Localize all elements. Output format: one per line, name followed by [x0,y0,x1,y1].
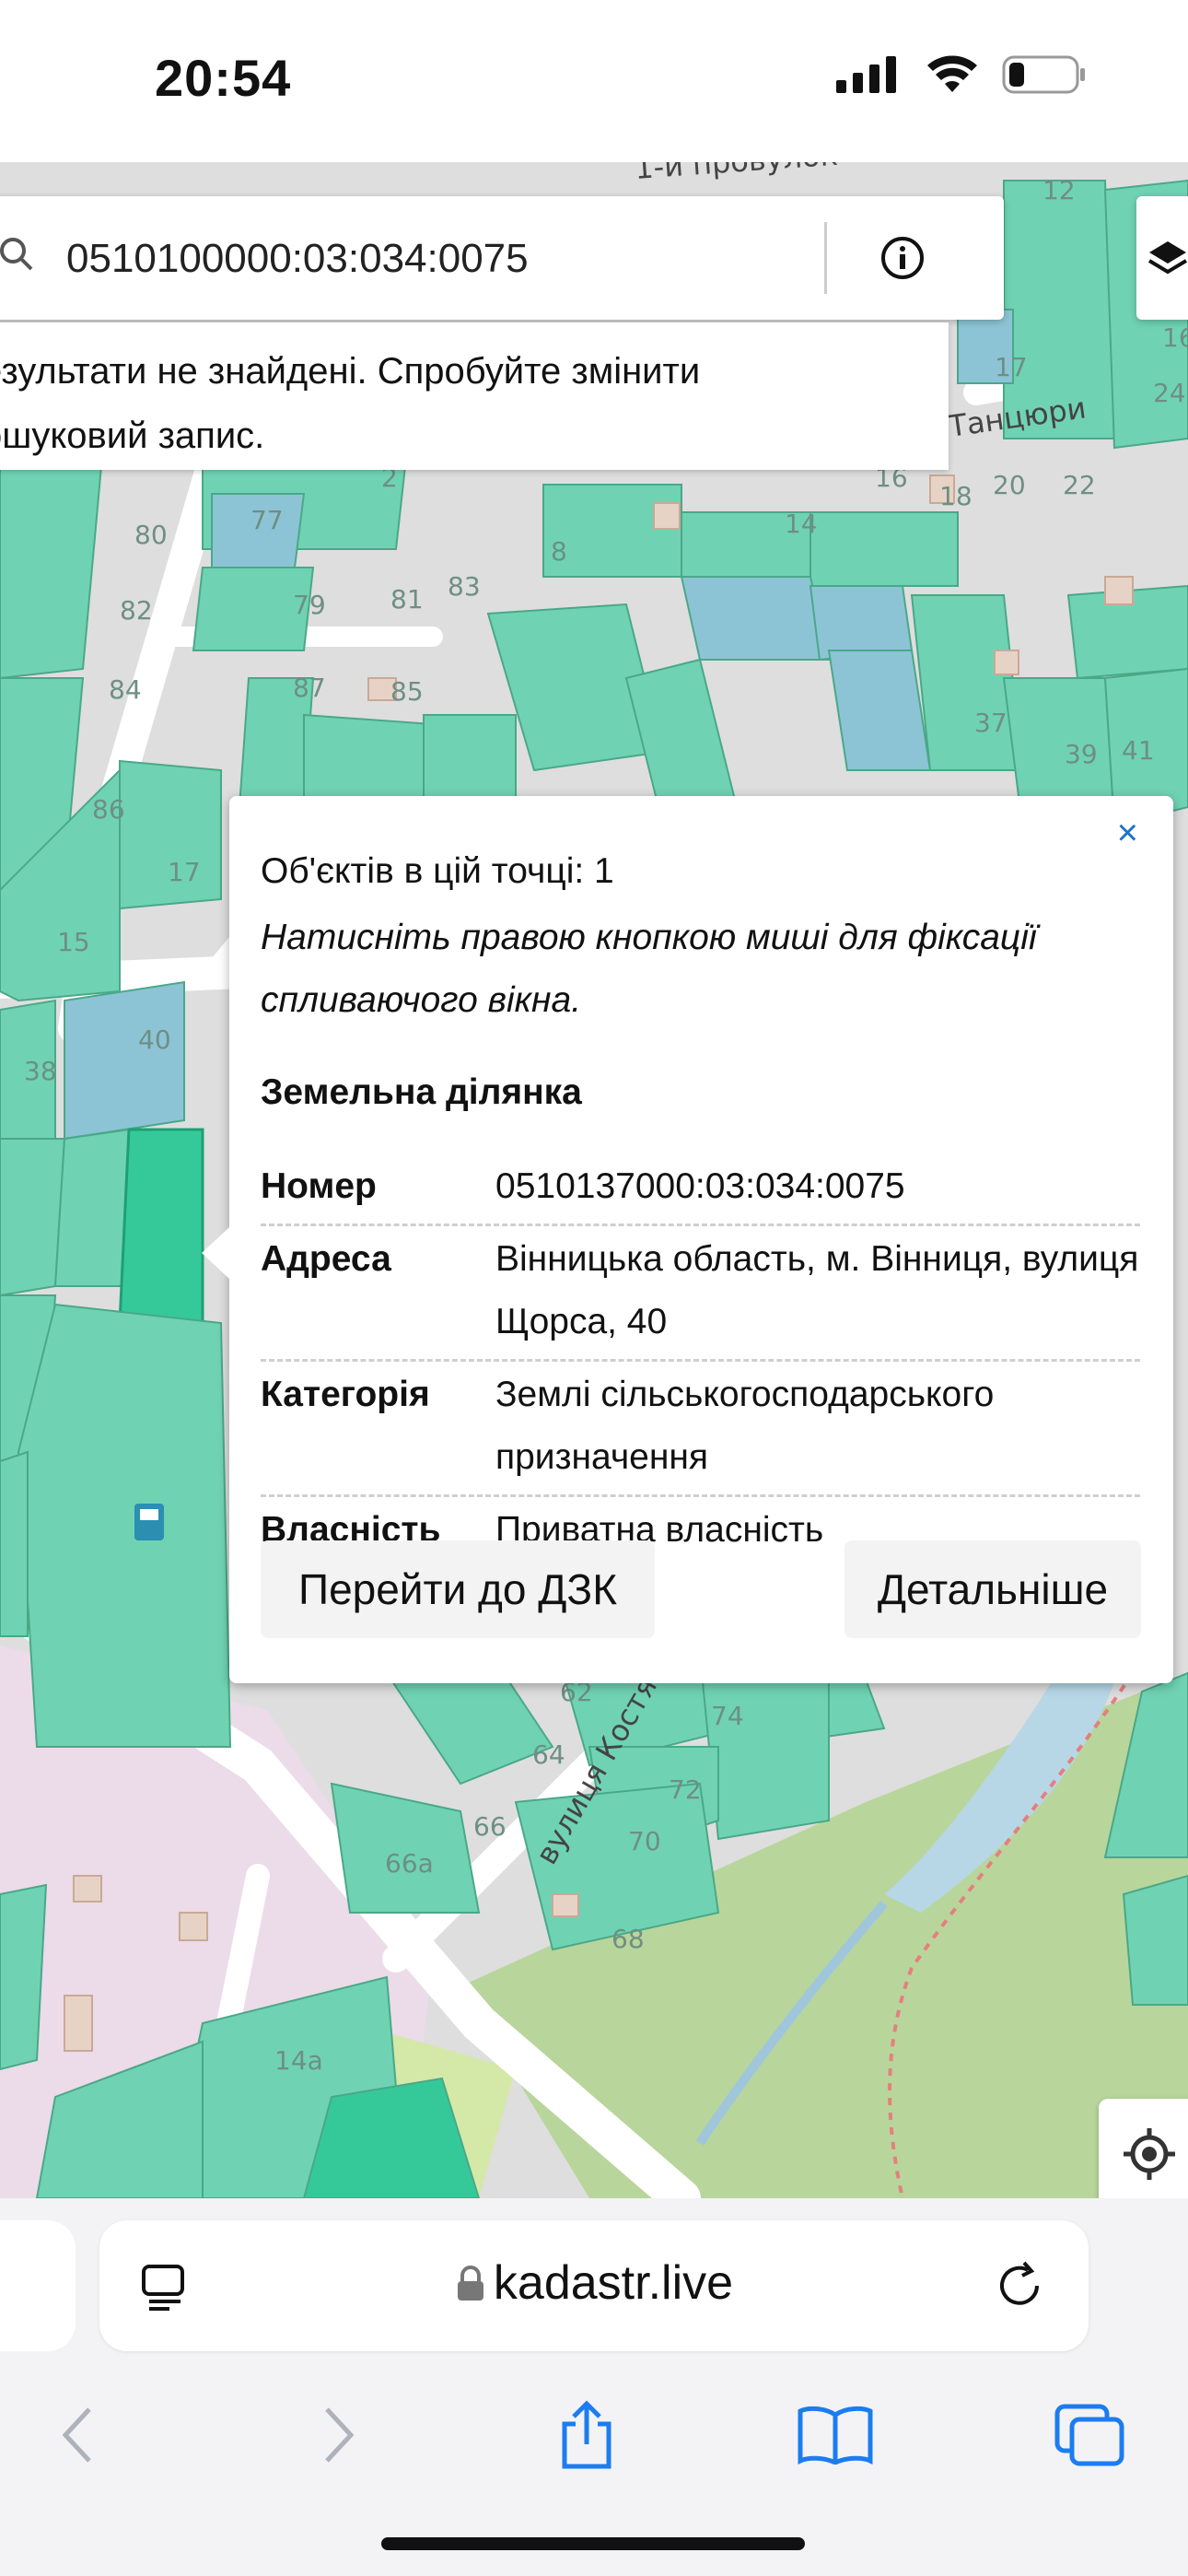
svg-text:24: 24 [1153,378,1186,408]
svg-text:15: 15 [57,927,90,957]
svg-text:39: 39 [1065,739,1098,769]
property-row: Адреса Вінницька область, м. Вінниця, ву… [261,1226,1140,1362]
svg-text:84: 84 [109,674,142,705]
home-indicator [381,2537,805,2550]
property-key: Номер [261,1166,377,1206]
info-icon [881,237,924,279]
svg-text:18: 18 [939,481,973,511]
svg-text:37: 37 [974,708,1007,738]
parcel-properties: Номер 0510137000:03:034:0075 Адреса Вінн… [261,1153,1140,1567]
status-icons [836,55,1087,94]
search-no-results: езультати не знайдені. Спробуйте змінити… [0,322,949,470]
forward-button[interactable] [287,2384,389,2486]
chevron-right-icon [325,2407,355,2463]
objects-count: Об'єктів в цій точці: 1 [261,851,614,891]
geolocation-button[interactable] [1099,2099,1188,2209]
property-row: Категорія Землі сільськогосподарського п… [261,1362,1140,1497]
property-value: Землі сільськогосподарського призначення [495,1375,995,1477]
url-text: kadastr.live [99,2255,1089,2311]
svg-text:68: 68 [611,1924,645,1954]
address-bar[interactable]: kadastr.live [99,2220,1089,2351]
signal-icon [836,56,896,93]
svg-text:66а: 66а [385,1848,434,1879]
svg-text:81: 81 [390,584,424,615]
book-icon [798,2406,873,2465]
go-to-dzk-button[interactable]: Перейти до ДЗК [261,1540,655,1638]
svg-text:83: 83 [448,571,481,602]
share-button[interactable] [536,2384,637,2486]
svg-text:12: 12 [1042,175,1076,205]
svg-text:82: 82 [120,595,153,626]
svg-text:86: 86 [92,794,125,825]
browser-chrome: kadastr.live [0,2198,1188,2576]
no-results-line2: ошуковий запис. [0,416,265,456]
svg-text:77: 77 [250,505,284,535]
bookmarks-button[interactable] [785,2384,886,2486]
svg-text:22: 22 [1063,470,1096,500]
details-button[interactable]: Детальніше [844,1540,1141,1638]
close-icon[interactable]: × [1117,813,1138,854]
crosshair-icon [1124,2128,1175,2180]
chevron-left-icon [62,2407,91,2463]
search-bar [0,196,1004,320]
property-row: Номер 0510137000:03:034:0075 [261,1153,1140,1226]
parcel-popup: × Об'єктів в цій точці: 1 Натисніть прав… [202,796,1173,1683]
svg-text:8: 8 [551,536,567,567]
property-value: 0510137000:03:034:0075 [495,1166,905,1206]
layers-icon [1147,241,1188,275]
svg-text:16: 16 [1162,322,1188,353]
svg-text:64: 64 [532,1739,565,1770]
svg-text:85: 85 [390,676,424,707]
svg-text:17: 17 [995,352,1028,382]
property-key: Адреса [261,1239,391,1279]
svg-text:79: 79 [293,590,326,620]
search-divider [824,222,827,294]
section-title: Земельна ділянка [261,1072,582,1112]
svg-text:1-й провулок: 1-й провулок [634,162,839,186]
share-icon [562,2400,611,2469]
previous-tab[interactable] [0,2220,76,2351]
svg-text:20: 20 [993,470,1026,500]
svg-text:38: 38 [24,1056,57,1086]
status-time: 20:54 [155,49,292,107]
tabs-icon [1054,2404,1124,2466]
tabs-button[interactable] [1039,2384,1140,2486]
svg-text:70: 70 [628,1826,661,1856]
url-label: kadastr.live [493,2256,734,2310]
svg-text:17: 17 [168,857,201,887]
search-icon [0,238,33,271]
info-button[interactable] [856,224,949,292]
svg-text:74: 74 [711,1701,744,1731]
status-bar: 20:54 [0,0,1188,162]
layers-button[interactable] [1136,196,1188,320]
back-button[interactable] [28,2384,129,2486]
svg-text:66: 66 [473,1811,507,1842]
svg-text:14а: 14а [274,2045,323,2076]
svg-text:14: 14 [785,509,818,539]
battery-icon [1002,55,1085,94]
property-value: Вінницька область, м. Вінниця, вулиця Що… [495,1239,1139,1341]
svg-text:40: 40 [138,1025,171,1055]
no-results-line1: езультати не знайдені. Спробуйте змінити [0,351,701,392]
svg-text:41: 41 [1122,735,1155,766]
gas-station-icon [134,1504,164,1540]
property-key: Категорія [261,1375,430,1414]
wifi-icon [927,55,977,92]
popup-pointer [202,1227,229,1279]
safari-toolbar [0,2384,1188,2486]
svg-text:87: 87 [293,673,326,703]
svg-text:72: 72 [669,1774,702,1805]
search-input[interactable] [64,224,823,294]
svg-text:80: 80 [134,520,168,550]
reload-icon[interactable] [993,2259,1046,2313]
popup-hint: Натисніть правою кнопкою миші для фіксац… [261,918,1037,1020]
lock-icon [457,2266,483,2301]
